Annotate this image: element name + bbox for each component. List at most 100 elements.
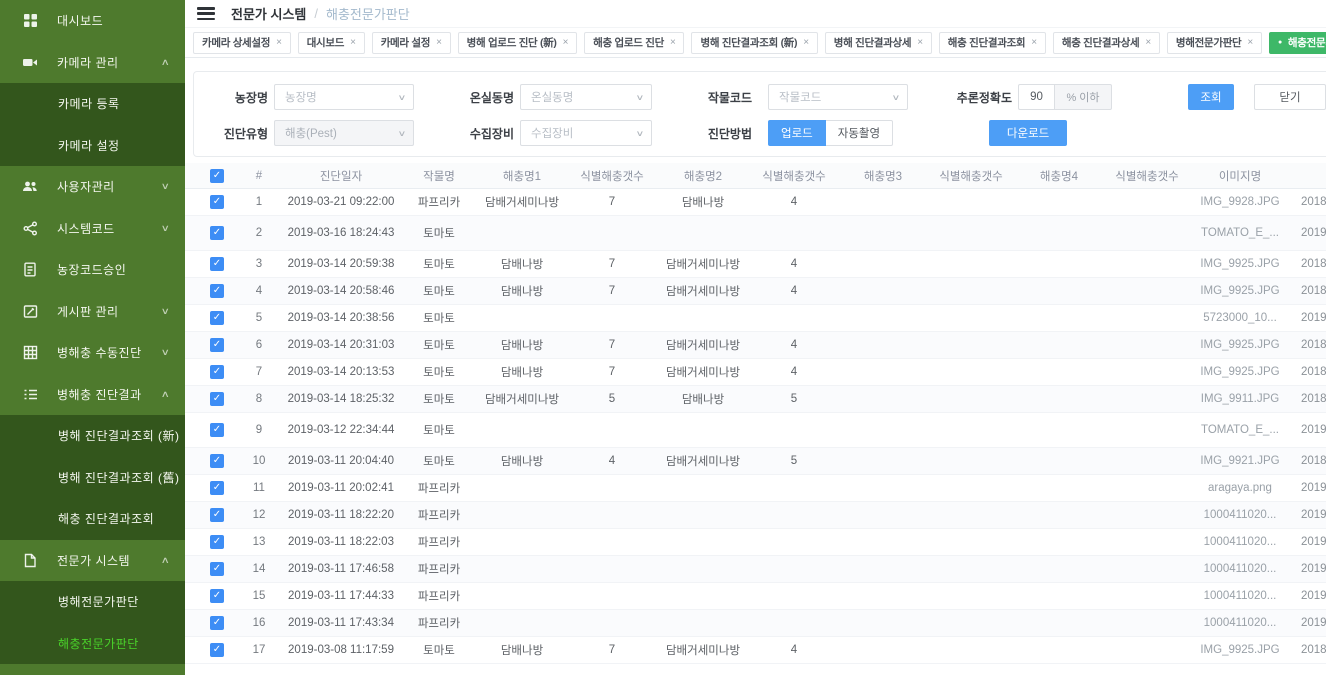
table-row[interactable]: ✓72019-03-14 20:13:53토마토담배나방7담배거세미나방4IMG… [185,359,1326,386]
tab-close-icon[interactable]: × [1247,37,1253,48]
tab-disease-expert-judgment[interactable]: 병해전문가판단× [1167,32,1262,54]
table-row[interactable]: ✓22019-03-16 18:24:43토마토TOMATO_E_...2019 [185,216,1326,251]
sidebar-item-user-management[interactable]: 사용자관리∨ [0,166,185,208]
cell: 2019-03-12 22:34:44 [281,424,401,436]
cell: aragaya.png [1191,482,1289,494]
row-checkbox[interactable]: ✓ [210,562,224,576]
sidebar-subitem-disease-diagnosis-results-new[interactable]: 병해 진단결과조회 (新) [0,415,185,457]
sidebar-item-camera-management[interactable]: 카메라 관리∧ [0,42,185,84]
close-button[interactable]: 닫기 [1254,84,1326,110]
row-checkbox[interactable]: ✓ [210,423,224,437]
tab-close-icon[interactable]: × [917,37,923,48]
row-checkbox[interactable]: ✓ [210,257,224,271]
row-checkbox[interactable]: ✓ [210,643,224,657]
farm-select[interactable]: 농장명 ∨ [274,84,414,110]
row-checkbox[interactable]: ✓ [210,481,224,495]
crop-code-select[interactable]: 작물코드 ∨ [768,84,908,110]
table-row[interactable]: ✓42019-03-14 20:58:46토마토담배나방7담배거세미나방4IMG… [185,278,1326,305]
table-row[interactable]: ✓102019-03-11 20:04:40토마토담배나방4담배거세미나방5IM… [185,448,1326,475]
cell: 담배거세미나방 [657,283,749,299]
users-icon [22,179,38,195]
table-row[interactable]: ✓152019-03-11 17:44:33파프리카1000411020...2… [185,583,1326,610]
sidebar-item-dashboard[interactable]: 대시보드 [0,0,185,42]
row-checkbox[interactable]: ✓ [210,589,224,603]
cell: IMG_9925.JPG [1191,258,1289,270]
sidebar-subitem-pest-expert-judgment[interactable]: 해충전문가판단 [0,623,185,665]
row-checkbox[interactable]: ✓ [210,365,224,379]
table-row[interactable]: ✓122019-03-11 18:22:20파프리카1000411020...2… [185,502,1326,529]
cell: 3 [237,258,281,270]
greenhouse-label: 온실동명 [414,89,514,106]
row-checkbox[interactable]: ✓ [210,508,224,522]
table-row[interactable]: ✓62019-03-14 20:31:03토마토담배나방7담배거세미나방4IMG… [185,332,1326,359]
menu-icon[interactable] [197,7,215,20]
sidebar-subitem-camera-register[interactable]: 카메라 등록 [0,83,185,125]
tab-label: 병해 진단결과상세 [834,35,912,50]
sidebar-subitem-disease-diagnosis-results-old[interactable]: 병해 진단결과조회 (舊) [0,457,185,499]
method-upload-button[interactable]: 업로드 [768,120,826,146]
tab-pest-diagnosis-detail[interactable]: 해충 진단결과상세× [1053,32,1160,54]
tab-pest-upload-diagnosis[interactable]: 해충 업로드 진단× [584,32,684,54]
row-checkbox[interactable]: ✓ [210,535,224,549]
cell: 2019 [1289,617,1326,629]
sidebar-item-expert-system[interactable]: 전문가 시스템∧ [0,540,185,582]
table-row[interactable]: ✓162019-03-11 17:43:34파프리카1000411020...2… [185,610,1326,637]
tab-close-icon[interactable]: × [670,37,676,48]
row-checkbox[interactable]: ✓ [210,338,224,352]
sidebar-subitem-pest-diagnosis-results-view[interactable]: 해충 진단결과조회 [0,498,185,540]
table-row[interactable]: ✓92019-03-12 22:34:44토마토TOMATO_E_...2019 [185,413,1326,448]
sidebar-subitem-camera-settings[interactable]: 카메라 설정 [0,125,185,167]
row-checkbox[interactable]: ✓ [210,311,224,325]
table-row[interactable]: ✓52019-03-14 20:38:56토마토5723000_10...201… [185,305,1326,332]
cell: 2019 [1289,482,1326,494]
tab-close-icon[interactable]: × [803,37,809,48]
greenhouse-select[interactable]: 온실동명 ∨ [520,84,652,110]
table-row[interactable]: ✓132019-03-11 18:22:03파프리카1000411020...2… [185,529,1326,556]
tab-pest-diagnosis-results[interactable]: 해충 진단결과조회× [939,32,1046,54]
row-checkbox[interactable]: ✓ [210,284,224,298]
cell: 담배거세미나방 [657,256,749,272]
row-checkbox[interactable]: ✓ [210,226,224,240]
sidebar-item-board-management[interactable]: 게시판 관리∨ [0,291,185,333]
method-auto-button[interactable]: 자동촬영 [826,120,893,146]
table-row[interactable]: ✓172019-03-08 11:17:59토마토담배나방7담배거세미나방4IM… [185,637,1326,664]
device-select[interactable]: 수집장비 ∨ [520,120,652,146]
cell: TOMATO_E_... [1191,424,1289,436]
row-checkbox[interactable]: ✓ [210,392,224,406]
tab-camera-settings[interactable]: 카메라 설정× [372,32,451,54]
sidebar-item-system-code[interactable]: 시스템코드∨ [0,208,185,250]
sidebar-subitem-disease-expert-judgment[interactable]: 병해전문가판단 [0,581,185,623]
cell: 담배거세미나방 [657,642,749,658]
table-row[interactable]: ✓32019-03-14 20:59:38토마토담배나방7담배거세미나방4IMG… [185,251,1326,278]
tab-close-icon[interactable]: × [276,37,282,48]
table-row[interactable]: ✓142019-03-11 17:46:58파프리카1000411020...2… [185,556,1326,583]
sidebar-item-pest-manual-diagnosis[interactable]: 병해충 수동진단∨ [0,332,185,374]
tab-dashboard[interactable]: 대시보드× [298,32,365,54]
tab-close-icon[interactable]: × [563,37,569,48]
cell: 2019 [1289,227,1326,239]
table-row[interactable]: ✓112019-03-11 20:02:41파프리카aragaya.png201… [185,475,1326,502]
table-row[interactable]: ✓82019-03-14 18:25:32토마토담배거세미나방5담배나방5IMG… [185,386,1326,413]
tab-disease-diagnosis-detail[interactable]: 병해 진단결과상세 × [825,32,932,54]
breadcrumb-section[interactable]: 전문가 시스템 [231,4,306,23]
sidebar-item-pest-diagnosis-results[interactable]: 병해충 진단결과∧ [0,374,185,416]
select-all-checkbox[interactable]: ✓ [210,169,224,183]
cell: 5 [567,393,657,405]
tab-disease-diagnosis-results-new[interactable]: 병해 진단결과조회 (新)× [691,32,817,54]
sidebar-item-farm-code-approval[interactable]: 농장코드승인 [0,249,185,291]
tab-close-icon[interactable]: × [1145,37,1151,48]
tab-disease-upload-diagnosis-new[interactable]: 병해 업로드 진단 (新)× [458,32,578,54]
accuracy-input[interactable] [1018,84,1054,110]
tab-pest-expert-judgment[interactable]: ●해충전문가판단× [1269,32,1326,54]
tab-close-icon[interactable]: × [350,37,356,48]
download-button[interactable]: 다운로드 [989,120,1067,146]
tab-close-icon[interactable]: × [436,37,442,48]
row-checkbox[interactable]: ✓ [210,616,224,630]
diagnosis-type-select[interactable]: 해충(Pest) ∨ [274,120,414,146]
tab-camera-detail-settings[interactable]: 카메라 상세설정× [193,32,291,54]
tab-close-icon[interactable]: × [1031,37,1037,48]
row-checkbox[interactable]: ✓ [210,454,224,468]
search-button[interactable]: 조회 [1188,84,1234,110]
table-row[interactable]: ✓12019-03-21 09:22:00파프리카담배거세미나방7담배나방4IM… [185,189,1326,216]
row-checkbox[interactable]: ✓ [210,195,224,209]
